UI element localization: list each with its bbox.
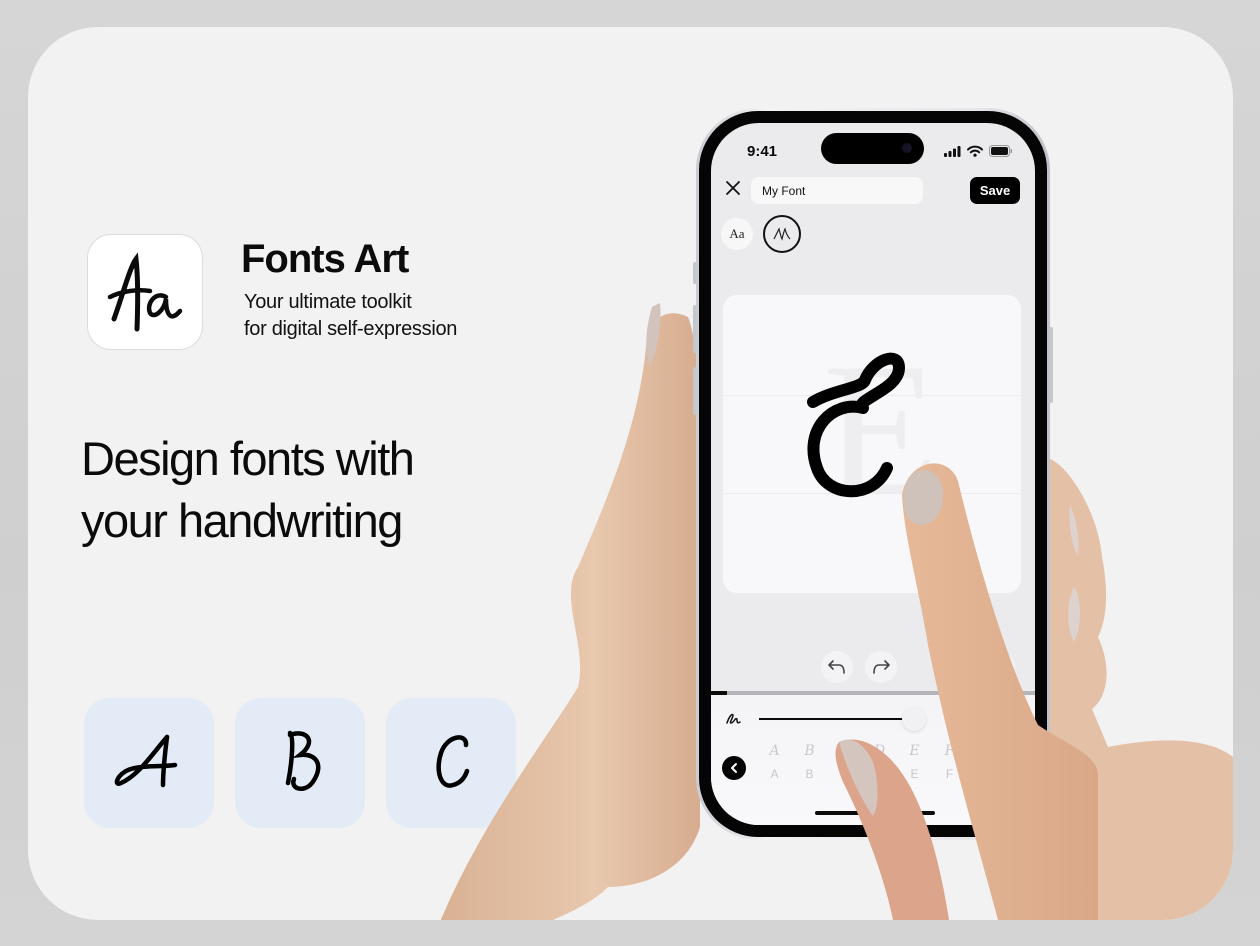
plain-glyph-label: B (805, 767, 814, 781)
right-thumb-illustration (835, 739, 949, 920)
close-icon[interactable] (723, 178, 743, 198)
app-icon (87, 234, 203, 350)
app-title: Fonts Art (241, 237, 409, 281)
promo-card: Fonts Art Your ultimate toolkit for digi… (28, 27, 1233, 920)
save-button[interactable]: Save (970, 177, 1020, 204)
mute-switch (693, 262, 697, 284)
script-a-glyph-icon (114, 734, 178, 788)
pen-stroke-icon (726, 713, 741, 724)
volume-down-button (693, 367, 697, 415)
aa-script-logo-icon (107, 252, 183, 332)
volume-up-button (693, 305, 697, 353)
cellular-signal-icon (944, 145, 961, 157)
handwriting-mode-icon (773, 227, 791, 241)
wifi-icon (967, 145, 983, 157)
battery-icon (989, 145, 1013, 157)
letter-tile-a (84, 698, 214, 828)
dynamic-island (821, 133, 924, 164)
font-name-input[interactable] (751, 177, 923, 204)
status-time: 9:41 (747, 143, 778, 160)
stroke-width-fill (759, 718, 908, 720)
undo-icon (828, 660, 845, 674)
camera-icon (902, 143, 912, 153)
keyboard-back-button[interactable] (722, 756, 746, 780)
script-glyph-key[interactable]: A (757, 743, 792, 759)
chevron-left-icon (731, 763, 737, 773)
script-glyph-key[interactable]: B (792, 743, 827, 759)
status-icons (944, 145, 1013, 157)
script-b-glyph-icon (285, 730, 321, 792)
typed-mode-button[interactable]: Aa (721, 218, 753, 250)
letter-tile-b (235, 698, 365, 828)
handwriting-mode-button[interactable] (763, 215, 801, 253)
power-button (1049, 327, 1053, 403)
undo-button[interactable] (821, 651, 853, 683)
plain-glyph-label: A (770, 767, 779, 781)
